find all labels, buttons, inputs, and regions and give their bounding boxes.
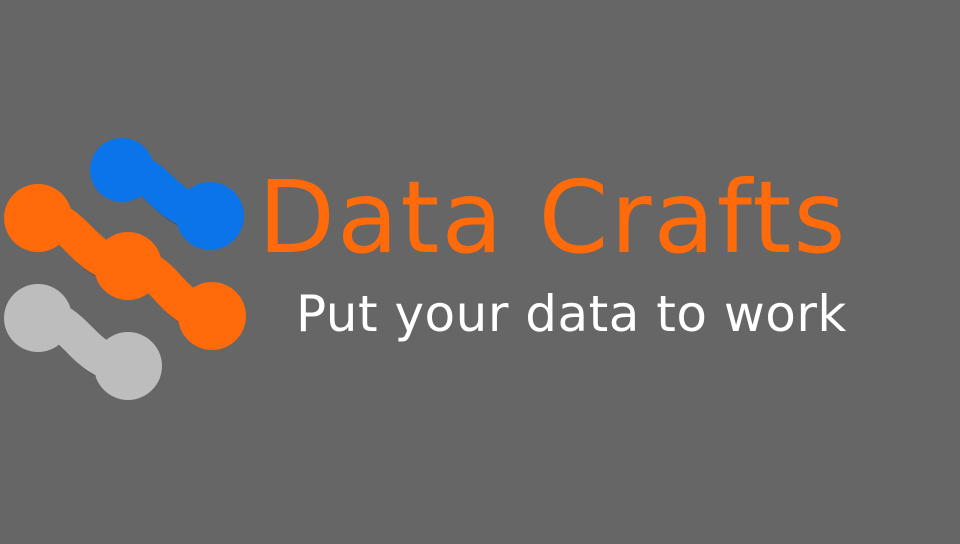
orange-node-right	[178, 282, 246, 350]
tagline: Put your data to work	[296, 285, 847, 343]
gray-node-right	[94, 332, 162, 400]
gray-node-left	[4, 284, 72, 352]
logo-canvas: Data Crafts Put your data to work	[0, 0, 960, 540]
blue-node-right	[176, 182, 244, 250]
brand-name: Data Crafts	[258, 159, 848, 276]
orange-node-middle	[94, 232, 162, 300]
blue-node-top	[90, 138, 154, 202]
orange-node-left	[4, 184, 72, 252]
